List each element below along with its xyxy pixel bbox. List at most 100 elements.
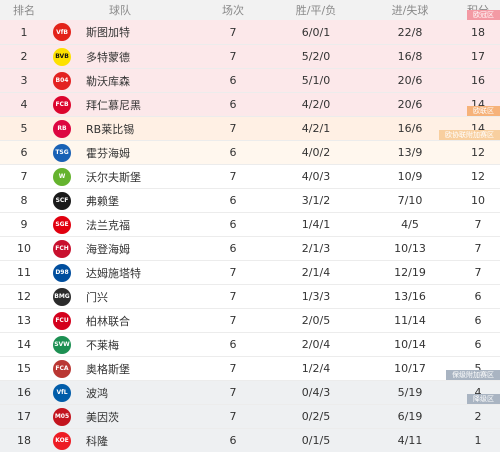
team-logo-cell: FCH (50, 237, 74, 260)
team-name[interactable]: RB莱比锡 (86, 117, 196, 140)
team-goals: 11/14 (394, 314, 426, 327)
zone-label-uecl: 欧协联附加赛区 (439, 130, 500, 140)
team-logo-cell: SGE (50, 213, 74, 236)
team-name[interactable]: 不莱梅 (86, 333, 196, 356)
team-points: 6 (474, 290, 482, 303)
team-wdl: 2/1/3 (301, 242, 331, 255)
team-rank: 1 (20, 25, 28, 39)
team-goals: 20/6 (397, 74, 423, 87)
team-rank: 13 (17, 314, 31, 327)
team-name[interactable]: 勒沃库森 (86, 69, 196, 92)
team-rank: 11 (17, 266, 31, 279)
team-rank: 10 (17, 242, 31, 255)
team-name[interactable]: 斯图加特 (86, 20, 196, 44)
team-rank: 12 (17, 290, 31, 303)
team-goals: 10/17 (394, 362, 426, 375)
team-logo-cell: BVB (50, 45, 74, 68)
table-row[interactable]: 13 FCU 柏林联合 7 2/0/5 11/14 6 (0, 308, 500, 332)
team-name[interactable]: 门兴 (86, 285, 196, 308)
team-name[interactable]: 多特蒙德 (86, 45, 196, 68)
team-wdl: 0/1/5 (301, 434, 331, 447)
table-row[interactable]: 8 SCF 弗赖堡 6 3/1/2 7/10 10 (0, 188, 500, 212)
team-goals: 10/13 (394, 242, 426, 255)
bayern-logo-icon: FCB (53, 95, 71, 114)
table-row[interactable]: 3 B04 勒沃库森 6 5/1/0 20/6 16 (0, 68, 500, 92)
wolfsburg-logo-icon: W (53, 167, 71, 186)
team-name[interactable]: 美因茨 (86, 405, 196, 428)
frankfurt-logo-icon: SGE (53, 215, 71, 234)
team-goals: 10/9 (397, 170, 423, 183)
team-name[interactable]: 海登海姆 (86, 237, 196, 260)
team-goals: 6/19 (397, 410, 423, 423)
table-row[interactable]: 4 FCB 拜仁慕尼黑 6 4/2/0 20/6 14 (0, 92, 500, 116)
zone-label-relegation-playoff: 保级附加赛区 (446, 370, 500, 380)
team-name[interactable]: 达姆施塔特 (86, 261, 196, 284)
team-played: 7 (229, 122, 237, 135)
header-team: 球队 (109, 4, 131, 17)
team-wdl: 4/2/0 (301, 98, 331, 111)
team-played: 7 (229, 362, 237, 375)
team-goals: 4/5 (401, 218, 419, 231)
table-row[interactable]: 12 BMG 门兴 7 1/3/3 13/16 6 (0, 284, 500, 308)
table-row[interactable]: 5 RB RB莱比锡 7 4/2/1 16/6 14 (0, 116, 500, 140)
table-row[interactable]: 7 W 沃尔夫斯堡 7 4/0/3 10/9 12 (0, 164, 500, 188)
team-logo-cell: BMG (50, 285, 74, 308)
team-played: 7 (229, 25, 237, 39)
team-played: 7 (229, 386, 237, 399)
team-name[interactable]: 霍芬海姆 (86, 141, 196, 164)
team-goals: 5/19 (397, 386, 423, 399)
dortmund-logo-icon: BVB (53, 47, 71, 66)
team-wdl: 2/0/5 (301, 314, 331, 327)
table-row[interactable]: 6 TSG 霍芬海姆 6 4/0/2 13/9 12 (0, 140, 500, 164)
team-points: 6 (474, 314, 482, 327)
team-wdl: 1/3/3 (301, 290, 331, 303)
team-played: 7 (229, 266, 237, 279)
team-name[interactable]: 弗赖堡 (86, 189, 196, 212)
leverkusen-logo-icon: B04 (53, 71, 71, 90)
table-row[interactable]: 1 VfB 斯图加特 7 6/0/1 22/8 18 (0, 20, 500, 44)
table-row[interactable]: 10 FCH 海登海姆 6 2/1/3 10/13 7 (0, 236, 500, 260)
team-logo-cell: FCA (50, 357, 74, 380)
team-played: 6 (229, 74, 237, 87)
team-wdl: 4/0/3 (301, 170, 331, 183)
team-logo-cell: SCF (50, 189, 74, 212)
team-played: 7 (229, 314, 237, 327)
team-logo-cell: B04 (50, 69, 74, 92)
team-goals: 22/8 (397, 25, 423, 39)
team-name[interactable]: 柏林联合 (86, 309, 196, 332)
union-berlin-logo-icon: FCU (53, 311, 71, 330)
team-points: 7 (474, 218, 482, 231)
team-name[interactable]: 科隆 (86, 429, 196, 452)
team-played: 6 (229, 98, 237, 111)
table-row[interactable]: 15 FCA 奥格斯堡 7 1/2/4 10/17 5 (0, 356, 500, 380)
team-name[interactable]: 法兰克福 (86, 213, 196, 236)
team-rank: 2 (20, 50, 28, 63)
team-name[interactable]: 奥格斯堡 (86, 357, 196, 380)
stuttgart-logo-icon: VfB (53, 23, 71, 41)
team-rank: 8 (20, 194, 28, 207)
team-name[interactable]: 沃尔夫斯堡 (86, 165, 196, 188)
heidenheim-logo-icon: FCH (53, 239, 71, 258)
table-row[interactable]: 14 SVW 不莱梅 6 2/0/4 10/14 6 (0, 332, 500, 356)
team-name[interactable]: 波鸿 (86, 381, 196, 404)
team-points: 16 (471, 74, 485, 87)
table-row[interactable]: 9 SGE 法兰克福 6 1/4/1 4/5 7 (0, 212, 500, 236)
team-wdl: 2/1/4 (301, 266, 331, 279)
table-row[interactable]: 11 D98 达姆施塔特 7 2/1/4 12/19 7 (0, 260, 500, 284)
team-wdl: 4/2/1 (301, 122, 331, 135)
team-played: 6 (229, 434, 237, 447)
table-row[interactable]: 2 BVB 多特蒙德 7 5/2/0 16/8 17 (0, 44, 500, 68)
team-played: 7 (229, 290, 237, 303)
team-logo-cell: VfB (50, 20, 74, 44)
table-row[interactable]: 16 VfL 波鸿 7 0/4/3 5/19 4 (0, 380, 500, 404)
table-row[interactable]: 17 M05 美因茨 7 0/2/5 6/19 2 (0, 404, 500, 428)
team-rank: 3 (20, 74, 28, 87)
team-logo-cell: RB (50, 117, 74, 140)
team-wdl: 5/2/0 (301, 50, 331, 63)
team-goals: 12/19 (394, 266, 426, 279)
team-name[interactable]: 拜仁慕尼黑 (86, 93, 196, 116)
table-header: 排名 球队 场次 胜/平/负 进/失球 积分 (0, 0, 500, 20)
team-wdl: 6/0/1 (301, 25, 331, 39)
table-row[interactable]: 18 KOE 科隆 6 0/1/5 4/11 1 (0, 428, 500, 452)
team-logo-cell: M05 (50, 405, 74, 428)
